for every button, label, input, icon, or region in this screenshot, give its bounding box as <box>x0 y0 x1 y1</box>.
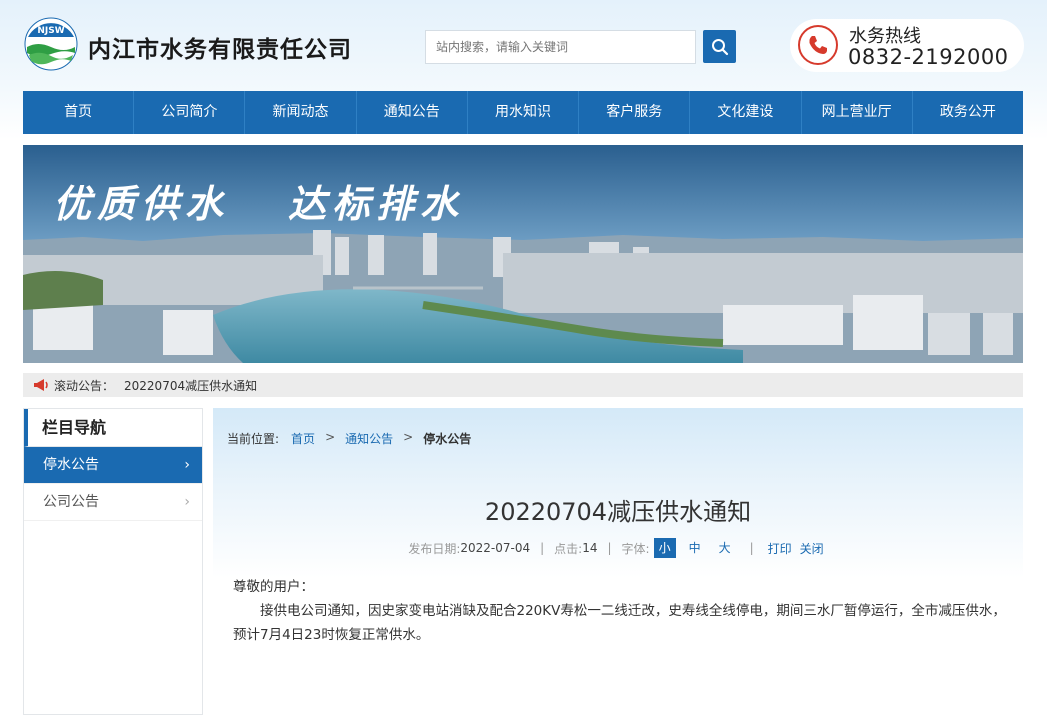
hero-banner: 优质供水 达标排水 <box>23 145 1023 363</box>
print-button[interactable]: 打印 <box>768 540 792 557</box>
sidebar-title: 栏目导航 <box>24 409 202 447</box>
meta-divider: | <box>749 541 754 555</box>
search-button[interactable] <box>703 30 736 63</box>
hotline-number: 0832-2192000 <box>848 45 1009 69</box>
chevron-right-icon: › <box>184 494 190 510</box>
company-name: 内江市水务有限责任公司 <box>88 37 352 63</box>
breadcrumb-prefix: 当前位置: <box>227 432 280 446</box>
meta-divider: | <box>540 541 545 555</box>
sidebar-item-label: 公司公告 <box>43 494 99 510</box>
sidebar: 栏目导航 停水公告 › 公司公告 › <box>23 408 203 715</box>
search-icon <box>711 38 728 55</box>
chevron-right-icon: › <box>184 457 190 473</box>
search-box <box>425 30 696 64</box>
article-meta: 发布日期: 2022-07-04 | 点击: 14 | 字体: 小 中 大 | … <box>213 538 1023 558</box>
hotline-panel: 水务热线 0832-2192000 <box>790 19 1024 72</box>
article-panel: 当前位置: 首页 > 通知公告 > 停水公告 20220704减压供水通知 发布… <box>213 408 1023 715</box>
sidebar-item-company-notices[interactable]: 公司公告 › <box>24 484 202 521</box>
nav-item-culture[interactable]: 文化建设 <box>690 91 802 134</box>
article-paragraph: 接供电公司通知，因史家变电站消缺及配合220KV寿松一二线迁改，史寿线全线停电，… <box>233 603 1006 643</box>
publish-date: 2022-07-04 <box>460 541 531 555</box>
article-title: 20220704减压供水通知 <box>484 498 752 526</box>
phone-icon <box>798 25 838 65</box>
site-header: NJSW 内江市水务有限责任公司 水务热线 0832-2192000 <box>0 0 1047 90</box>
font-size-label: 字体: <box>621 541 650 556</box>
nav-item-customer-service[interactable]: 客户服务 <box>579 91 691 134</box>
breadcrumb-current: 停水公告 <box>423 432 472 446</box>
sidebar-item-label: 停水公告 <box>43 457 99 473</box>
hit-count: 14 <box>582 541 598 555</box>
font-size-medium-button[interactable]: 中 <box>684 538 706 558</box>
company-logo[interactable]: NJSW <box>24 17 78 71</box>
nav-item-about[interactable]: 公司简介 <box>134 91 246 134</box>
ticker-label: 滚动公告： <box>54 378 115 393</box>
nav-item-news[interactable]: 新闻动态 <box>245 91 357 134</box>
close-button[interactable]: 关闭 <box>800 540 824 557</box>
sidebar-item-outage-notices[interactable]: 停水公告 › <box>24 447 202 484</box>
breadcrumb-separator: > <box>403 430 414 444</box>
svg-text:NJSW: NJSW <box>37 26 64 36</box>
ticker-link[interactable]: 20220704减压供水通知 <box>124 377 257 394</box>
megaphone-icon <box>34 379 48 391</box>
city-river-image: 优质供水 达标排水 <box>23 145 1023 363</box>
breadcrumb-notices[interactable]: 通知公告 <box>345 430 393 447</box>
font-size-small-button[interactable]: 小 <box>653 538 676 558</box>
search-input[interactable] <box>426 31 695 63</box>
slogan-right: 达标排水 <box>288 181 464 226</box>
breadcrumb-home[interactable]: 首页 <box>291 430 315 447</box>
date-label: 发布日期: <box>408 541 461 556</box>
font-size-large-button[interactable]: 大 <box>714 538 736 558</box>
nav-item-online-hall[interactable]: 网上营业厅 <box>802 91 913 134</box>
hits-label: 点击: <box>554 541 583 556</box>
main-nav: 首页 公司简介 新闻动态 通知公告 用水知识 客户服务 文化建设 网上营业厅 政… <box>23 91 1023 134</box>
slogan-left: 优质供水 <box>53 181 229 226</box>
nav-item-gov-affairs[interactable]: 政务公开 <box>913 91 1023 134</box>
breadcrumb-separator: > <box>325 430 336 444</box>
nav-item-notices[interactable]: 通知公告 <box>357 91 468 134</box>
meta-divider: | <box>607 541 612 555</box>
scrolling-notice-bar: 滚动公告： 20220704减压供水通知 <box>23 373 1023 397</box>
breadcrumb: 当前位置: 首页 > 通知公告 > 停水公告 <box>227 430 471 447</box>
article-greeting: 尊敬的用户： <box>233 579 314 595</box>
nav-item-water-knowledge[interactable]: 用水知识 <box>468 91 580 134</box>
nav-item-home[interactable]: 首页 <box>23 91 135 134</box>
article-body: 尊敬的用户： 接供电公司通知，因史家变电站消缺及配合220KV寿松一二线迁改，史… <box>233 575 1008 647</box>
